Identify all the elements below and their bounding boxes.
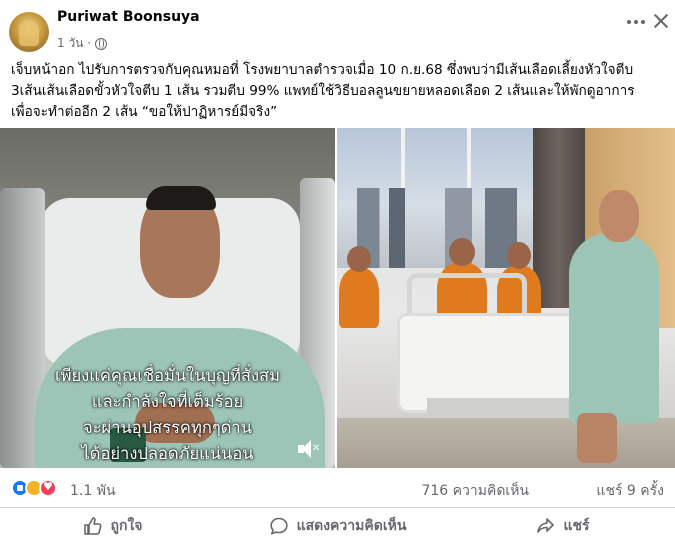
share-button[interactable]: แชร์	[450, 509, 675, 543]
patient-head	[599, 190, 639, 242]
post-text-line: เพื่อจะทำต่ออีก 2 เส้น “ขอให้ปาฏิหารย์มี…	[11, 104, 278, 120]
photo-right[interactable]	[337, 128, 675, 468]
share-count[interactable]: แชร์ 9 ครั้ง	[596, 480, 664, 502]
patient-legs	[577, 413, 617, 463]
author-name[interactable]: Puriwat Boonsuya	[57, 9, 200, 25]
post-text-line: 3เส้นเส้นเลือดขั้วหัวใจตีบ 1 เส้น รวมตีบ…	[11, 83, 635, 99]
share-label: แชร์	[563, 518, 590, 534]
patient-hair	[146, 186, 216, 210]
share-icon	[537, 518, 555, 533]
reaction-count[interactable]: 1.1 พัน	[70, 480, 116, 502]
post-text: เจ็บหน้าอก ไปรับการตรวจกับคุณหมอที่ โรงพ…	[11, 60, 666, 123]
video-caption: เพียงแค่คุณเชื่อมั่นในบุญที่สั่งสม และกำ…	[0, 363, 335, 467]
comment-icon	[269, 517, 288, 535]
reaction-bar: 1.1 พัน 716 ความคิดเห็น แชร์ 9 ครั้ง	[0, 468, 675, 508]
like-label: ถูกใจ	[110, 518, 143, 534]
close-icon[interactable]	[650, 10, 672, 32]
patient-standing	[569, 233, 659, 423]
post-header: Puriwat Boonsuya 1 วัน ·	[0, 0, 675, 60]
floor	[337, 418, 675, 468]
mute-icon[interactable]: ✕	[296, 437, 320, 461]
love-reaction-icon	[39, 479, 57, 497]
caption-line: ได้อย่างปลอดภัยแน่นอน	[81, 444, 254, 463]
monk-head	[347, 246, 371, 272]
post-meta: 1 วัน ·	[57, 34, 108, 53]
thumbs-up-icon	[83, 517, 102, 535]
more-options-icon[interactable]	[620, 10, 652, 34]
monk	[339, 268, 379, 328]
globe-icon	[95, 37, 108, 50]
comment-label: แสดงความคิดเห็น	[296, 518, 407, 534]
like-button[interactable]: ถูกใจ	[0, 509, 225, 543]
avatar[interactable]	[9, 12, 49, 52]
video-left[interactable]: เพียงแค่คุณเชื่อมั่นในบุญที่สั่งสม และกำ…	[0, 128, 335, 468]
comment-button[interactable]: แสดงความคิดเห็น	[225, 509, 450, 543]
reaction-icons[interactable]	[11, 479, 57, 497]
city-buildings	[357, 188, 517, 268]
caption-line: จะผ่านอุปสรรคทุกๆด่าน	[83, 418, 252, 437]
action-bar: ถูกใจ แสดงความคิดเห็น แชร์	[0, 509, 675, 543]
post-time[interactable]: 1 วัน ·	[57, 34, 91, 53]
bed-frame	[427, 398, 587, 420]
monk-head	[449, 238, 475, 266]
caption-line: เพียงแค่คุณเชื่อมั่นในบุญที่สั่งสม	[55, 366, 280, 385]
post-text-line: เจ็บหน้าอก ไปรับการตรวจกับคุณหมอที่ โรงพ…	[11, 62, 634, 78]
monk-head	[507, 242, 531, 269]
caption-line: และกำลังใจที่เต็มร้อย	[91, 392, 244, 411]
comment-count[interactable]: 716 ความคิดเห็น	[421, 480, 529, 502]
